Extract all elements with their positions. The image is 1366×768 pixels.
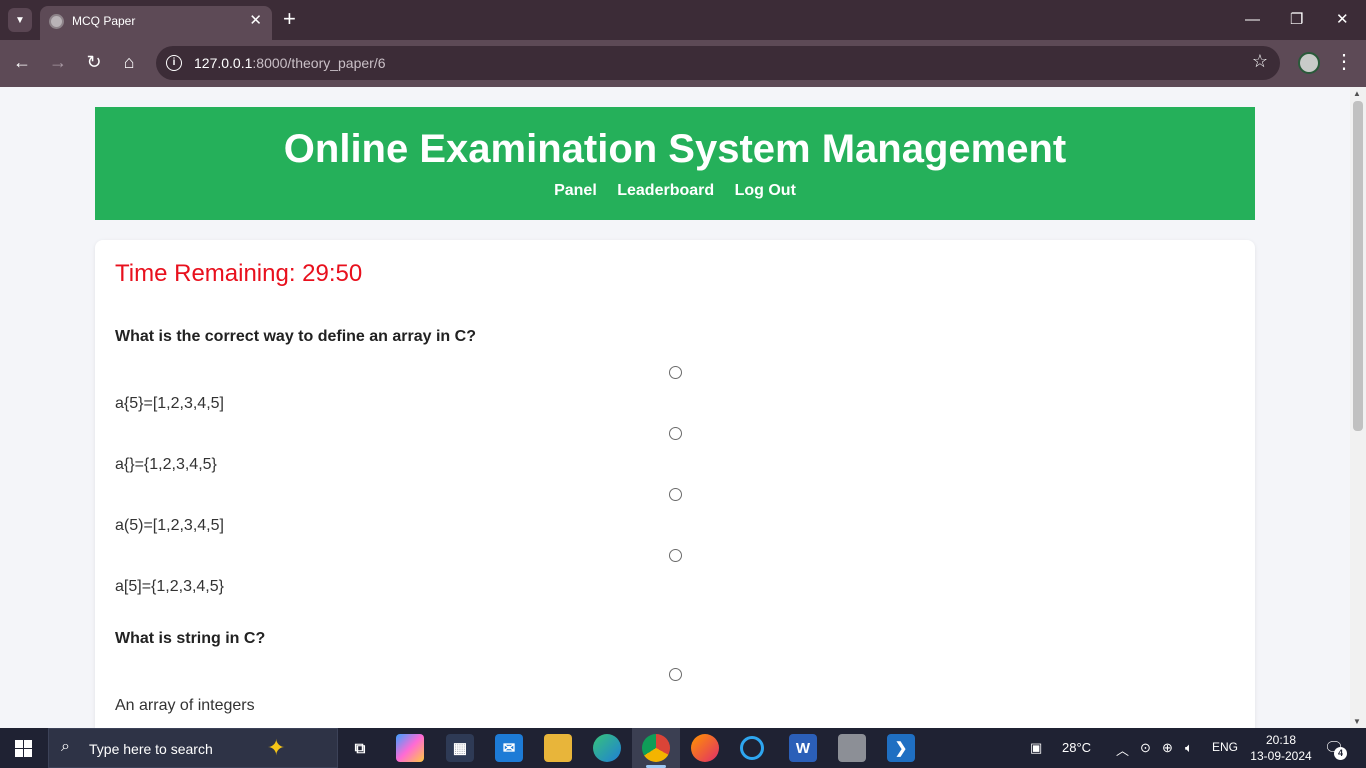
scroll-thumb[interactable] <box>1353 101 1363 431</box>
option-label: a{}={1,2,3,4,5} <box>115 456 217 473</box>
exam-card: Time Remaining: 29:50 What is the correc… <box>95 240 1255 728</box>
browser-tab[interactable]: MCQ Paper ✕ <box>40 6 272 40</box>
vscode-icon[interactable]: ❯ <box>887 734 915 762</box>
taskbar-clock[interactable]: 20:18 13-09-2024 <box>1246 732 1316 764</box>
page-scrollbar[interactable]: ▲ ▼ <box>1350 87 1366 728</box>
weather-temp[interactable]: 28°C <box>1062 740 1091 755</box>
restore-icon[interactable]: ❐ <box>1290 8 1303 32</box>
volume-icon[interactable]: 🔈︎ <box>1185 740 1193 756</box>
network-icon[interactable]: ⊕ <box>1162 740 1173 756</box>
site-info-icon[interactable]: i <box>166 55 182 71</box>
weather-icon[interactable]: ▣ <box>1030 740 1042 756</box>
address-bar[interactable]: i 127.0.0.1:8000/theory_paper/6 ☆ <box>156 46 1280 80</box>
edge-icon[interactable] <box>593 734 621 762</box>
sparkle-icon[interactable]: ✦ <box>267 735 285 761</box>
scroll-up-arrow-icon[interactable]: ▲ <box>1353 89 1361 98</box>
option-radio[interactable] <box>669 366 682 379</box>
browser-toolbar: ← → ↻ ⌂ i 127.0.0.1:8000/theory_paper/6 … <box>0 40 1366 87</box>
question-text: What is the correct way to define an arr… <box>115 328 476 345</box>
firefox-icon[interactable] <box>691 734 719 762</box>
task-view-icon[interactable]: ⧉ <box>346 734 374 762</box>
page-viewport: Online Examination System Management Pan… <box>0 87 1350 728</box>
option-label: a[5]={1,2,3,4,5} <box>115 578 224 595</box>
taskbar-search[interactable]: ⌕ Type here to search ✦ <box>48 728 338 768</box>
notification-icon[interactable]: 🗨︎ 4 <box>1324 738 1347 760</box>
mail-icon[interactable]: ✉ <box>495 734 523 762</box>
option-label: a(5)=[1,2,3,4,5] <box>115 517 224 534</box>
reload-icon[interactable]: ↻ <box>82 50 106 74</box>
main-nav: Panel Leaderboard Log Out <box>95 182 1255 200</box>
location-icon[interactable]: ⊙ <box>1140 740 1151 756</box>
forward-icon[interactable]: → <box>46 50 70 74</box>
option-radio[interactable] <box>669 488 682 501</box>
window-close-icon[interactable]: ✕ <box>1336 8 1349 32</box>
browser-tab-bar: ▼ MCQ Paper ✕ + — ❐ ✕ <box>0 0 1366 40</box>
menu-kebab-icon[interactable]: ⋮ <box>1334 49 1354 74</box>
windows-taskbar: ⌕ Type here to search ✦ ⧉ ▦ ✉ W ❯ ▣ 28°C… <box>0 728 1366 768</box>
profile-avatar[interactable] <box>1298 52 1320 74</box>
clock-date: 13-09-2024 <box>1250 749 1312 763</box>
nav-leaderboard[interactable]: Leaderboard <box>617 182 714 199</box>
back-icon[interactable]: ← <box>10 50 34 74</box>
chrome-icon[interactable] <box>642 734 670 762</box>
bookmark-star-icon[interactable]: ☆ <box>1252 51 1268 72</box>
option-radio[interactable] <box>669 427 682 440</box>
store-icon[interactable]: ▦ <box>446 734 474 762</box>
site-header: Online Examination System Management Pan… <box>95 107 1255 220</box>
site-title: Online Examination System Management <box>283 127 1067 171</box>
home-icon[interactable]: ⌂ <box>117 50 141 74</box>
option-radio[interactable] <box>669 549 682 562</box>
new-tab-button[interactable]: + <box>283 6 296 32</box>
globe-icon <box>49 14 64 29</box>
tab-close-button[interactable]: ✕ <box>249 11 262 29</box>
scroll-down-arrow-icon[interactable]: ▼ <box>1353 717 1361 726</box>
search-placeholder: Type here to search <box>89 741 213 757</box>
windows-start-icon[interactable] <box>15 740 32 757</box>
option-label: a{5}=[1,2,3,4,5] <box>115 395 224 412</box>
url-text[interactable]: 127.0.0.1:8000/theory_paper/6 <box>194 55 386 71</box>
tray-chevron-icon[interactable]: ︿ <box>1116 740 1129 759</box>
notification-badge: 4 <box>1334 747 1347 760</box>
tab-search-button[interactable]: ▼ <box>8 8 32 32</box>
url-host: 127.0.0.1 <box>194 55 253 71</box>
nav-logout[interactable]: Log Out <box>735 182 796 199</box>
url-path: :8000/theory_paper/6 <box>252 55 386 71</box>
nav-panel[interactable]: Panel <box>554 182 597 199</box>
word-icon[interactable]: W <box>789 734 817 762</box>
question-text: What is string in C? <box>115 630 266 647</box>
tab-title: MCQ Paper <box>72 14 136 28</box>
minimize-icon[interactable]: — <box>1245 8 1260 32</box>
search-icon: ⌕ <box>61 738 70 755</box>
database-icon[interactable] <box>838 734 866 762</box>
language-indicator[interactable]: ENG <box>1212 740 1238 754</box>
file-explorer-icon[interactable] <box>544 734 572 762</box>
clock-time: 20:18 <box>1265 733 1297 747</box>
copilot-icon[interactable] <box>396 734 424 762</box>
option-radio[interactable] <box>669 668 682 681</box>
time-remaining: Time Remaining: 29:50 <box>115 260 363 287</box>
cortana-icon[interactable] <box>740 736 764 760</box>
option-label: An array of integers <box>115 697 255 714</box>
